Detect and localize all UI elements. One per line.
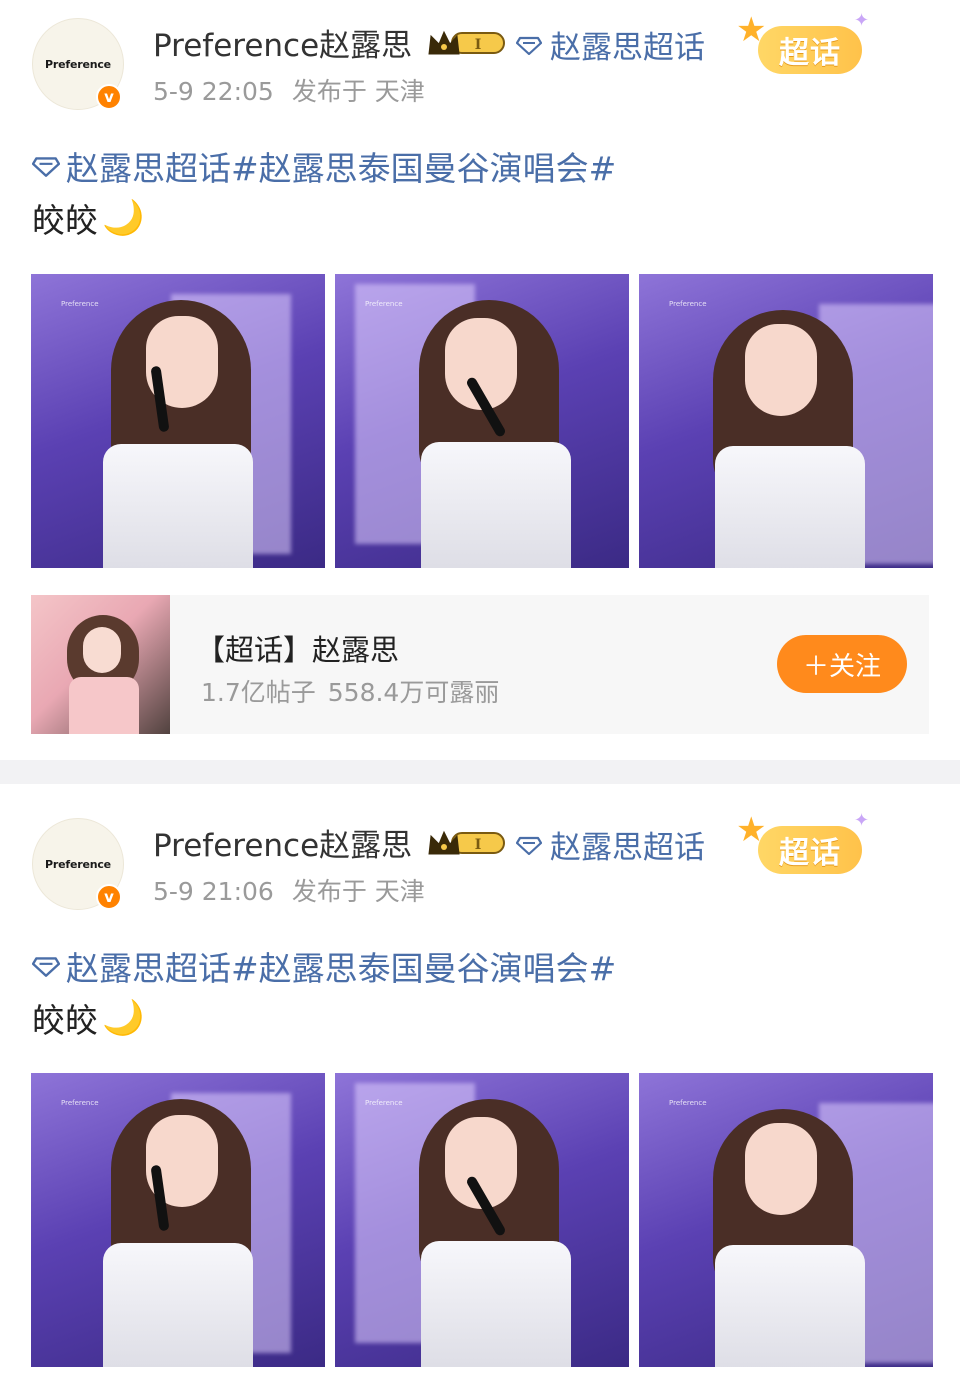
- super-topic-link[interactable]: 赵露思超话: [516, 22, 705, 67]
- photo-grid: Preference Preference Preference: [31, 1073, 933, 1367]
- super-topic-badge-label: 超话: [758, 26, 862, 74]
- super-topic-title: 【超话】赵露思: [196, 633, 400, 667]
- avatar-text: Preference: [45, 57, 111, 71]
- watermark: Preference: [61, 300, 99, 308]
- sparkle-icon: ✦: [854, 10, 870, 31]
- moon-icon: 🌙: [102, 198, 145, 238]
- photo-3[interactable]: Preference: [639, 1073, 933, 1367]
- photo-1[interactable]: Preference: [31, 274, 325, 568]
- posts-count: 1.7亿帖子: [201, 678, 316, 707]
- diamond-icon: [516, 36, 542, 55]
- super-topic-label: 赵露思超话: [550, 30, 705, 66]
- photo-3[interactable]: Preference: [639, 274, 933, 568]
- watermark: Preference: [669, 1099, 707, 1107]
- crown-badge-icon: I: [428, 30, 505, 55]
- post: Preference v Preference赵露思 I 赵露思超话 5-9 2…: [0, 0, 960, 760]
- diamond-icon: [32, 957, 60, 977]
- photo-2[interactable]: Preference: [335, 274, 629, 568]
- verified-icon: v: [96, 84, 122, 110]
- watermark: Preference: [669, 300, 707, 308]
- watermark: Preference: [61, 1099, 99, 1107]
- post: Preference v Preference赵露思 I 赵露思超话 5-9 2…: [0, 784, 960, 1392]
- post-body-text: 皎皎: [32, 201, 98, 240]
- super-topic-badge[interactable]: ★ ✦ 超话: [736, 810, 876, 882]
- super-topic-label: 赵露思超话: [550, 830, 705, 866]
- super-topic-thumbnail: [31, 595, 170, 734]
- moon-icon: 🌙: [102, 998, 145, 1038]
- fans-count: 558.4万可露丽: [327, 678, 500, 707]
- sparkle-icon: ✦: [854, 810, 870, 831]
- svg-text:I: I: [475, 837, 482, 853]
- diamond-icon: [32, 157, 60, 177]
- diamond-icon: [516, 836, 542, 855]
- post-meta: 5-9 22:05 发布于 天津: [153, 72, 425, 108]
- photo-1[interactable]: Preference: [31, 1073, 325, 1367]
- super-topic-card[interactable]: 【超话】赵露思 1.7亿帖子 558.4万可露丽 ＋关注: [31, 595, 929, 734]
- post-body: 皎皎 🌙: [32, 994, 144, 1042]
- username[interactable]: Preference赵露思: [153, 20, 412, 65]
- post-body: 皎皎 🌙: [32, 194, 144, 242]
- hashtag-line[interactable]: 赵露思超话#赵露思泰国曼谷演唱会#: [32, 142, 616, 190]
- post-time: 5-9 22:05: [153, 77, 274, 106]
- post-time: 5-9 21:06: [153, 877, 274, 906]
- post-divider: [0, 760, 960, 784]
- watermark: Preference: [365, 300, 403, 308]
- svg-text:I: I: [475, 37, 482, 53]
- post-location: 发布于 天津: [291, 77, 425, 106]
- hashtag-text: 赵露思超话#赵露思泰国曼谷演唱会#: [66, 949, 617, 988]
- photo-2[interactable]: Preference: [335, 1073, 629, 1367]
- crown-badge-icon: I: [428, 830, 505, 855]
- watermark: Preference: [365, 1099, 403, 1107]
- hashtag-text: 赵露思超话#赵露思泰国曼谷演唱会#: [66, 149, 617, 188]
- super-topic-badge[interactable]: ★ ✦ 超话: [736, 10, 876, 82]
- super-topic-stats: 1.7亿帖子 558.4万可露丽: [201, 673, 499, 709]
- post-body-text: 皎皎: [32, 1001, 98, 1040]
- follow-button[interactable]: ＋关注: [777, 635, 907, 693]
- photo-grid: Preference Preference Preference: [31, 274, 933, 568]
- post-meta: 5-9 21:06 发布于 天津: [153, 872, 425, 908]
- verified-icon: v: [96, 884, 122, 910]
- hashtag-line[interactable]: 赵露思超话#赵露思泰国曼谷演唱会#: [32, 942, 616, 990]
- super-topic-link[interactable]: 赵露思超话: [516, 822, 705, 867]
- super-topic-badge-label: 超话: [758, 826, 862, 874]
- post-location: 发布于 天津: [291, 877, 425, 906]
- avatar-text: Preference: [45, 857, 111, 871]
- username[interactable]: Preference赵露思: [153, 820, 412, 865]
